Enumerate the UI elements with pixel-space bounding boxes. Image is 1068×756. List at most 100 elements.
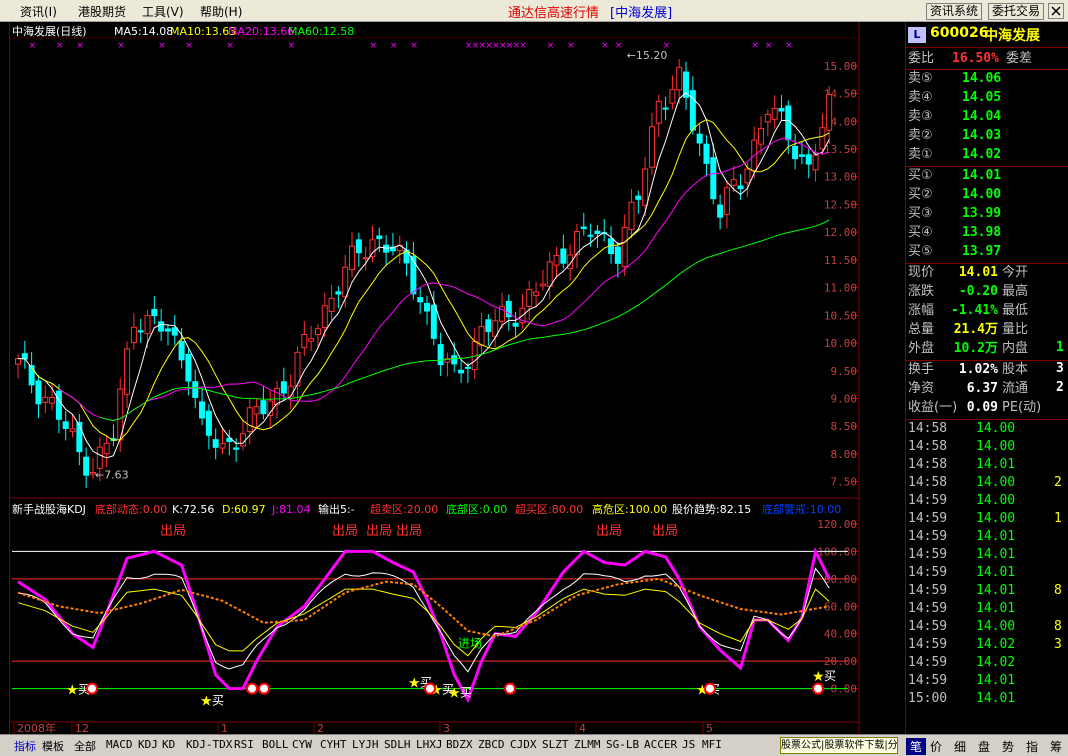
candle-body xyxy=(594,230,601,234)
candle-body xyxy=(246,407,253,433)
menu-info[interactable]: 资讯(I) xyxy=(20,3,57,20)
tab-lyjh[interactable]: LYJH xyxy=(352,738,379,751)
buy-star-icon: ★ xyxy=(448,685,461,701)
tick-volume: 8 xyxy=(1054,583,1062,598)
right-tab-0[interactable]: 笔 xyxy=(906,738,927,755)
tick-time: 14:58 xyxy=(908,421,948,436)
kdj-tick-label: 40.00 xyxy=(824,628,857,641)
tab-boll[interactable]: BOLL xyxy=(262,738,289,751)
tab-mfi[interactable]: MFI xyxy=(702,738,722,751)
right-tab-5[interactable]: 指 xyxy=(1026,738,1038,755)
candle-body xyxy=(730,179,737,186)
candle-body xyxy=(533,291,540,296)
chart-area[interactable]: 15.00 14.50 14.00 13.50 13.00 12.50 12.00 11.50… xyxy=(10,22,860,735)
tick-row: 15:00 14.01 xyxy=(906,690,1068,708)
close-glyph xyxy=(1051,6,1061,16)
sell-price: 14.04 xyxy=(962,109,1002,124)
candle-body xyxy=(185,353,192,382)
buy-row-1: 买① 14.01 xyxy=(906,167,1068,185)
tab---[interactable]: 指标 xyxy=(14,738,36,754)
tick-row: 14:59 14.01 xyxy=(906,546,1068,564)
low-annotation: ←7.63 xyxy=(95,468,129,481)
tab-accer[interactable]: ACCER xyxy=(644,738,677,751)
buy-label: 买③ xyxy=(908,206,933,221)
candle-body xyxy=(785,105,792,141)
tab-macd[interactable]: MACD xyxy=(106,738,133,751)
right-tab-4[interactable]: 势 xyxy=(1002,738,1014,755)
tick-price: 14.01 xyxy=(976,547,1016,562)
candle-body xyxy=(151,308,158,317)
tab-cyw[interactable]: CYW xyxy=(292,738,312,751)
tab---[interactable]: 全部 xyxy=(74,738,96,754)
candle-body xyxy=(683,71,690,98)
sell-row-5: 卖⑤ 14.06 xyxy=(906,70,1068,88)
tick-volume: 3 xyxy=(1054,637,1062,652)
sell-price: 14.05 xyxy=(962,90,1002,105)
tab-kd[interactable]: KD xyxy=(162,738,175,751)
tick-time: 14:59 xyxy=(908,511,948,526)
menu-help[interactable]: 帮助(H) xyxy=(200,3,242,20)
tab-zlmm[interactable]: ZLMM xyxy=(574,738,601,751)
stock-code[interactable]: 600026 xyxy=(930,25,988,41)
tab-sdlh[interactable]: SDLH xyxy=(384,738,411,751)
app-subtitle: [中海发展] xyxy=(610,6,673,21)
signal-marker: × xyxy=(519,41,527,51)
tab-sg-lb[interactable]: SG-LB xyxy=(606,738,639,751)
sidebar-divider xyxy=(906,47,1068,48)
candle-body xyxy=(478,325,485,347)
tab-zbcd[interactable]: ZBCD xyxy=(478,738,505,751)
info-system-button[interactable]: 资讯系统 xyxy=(926,3,983,20)
buy-label: 买② xyxy=(908,187,933,202)
tab-kdj[interactable]: KDJ xyxy=(138,738,158,751)
tick-price: 14.01 xyxy=(976,691,1016,706)
tab-kdj-tdx[interactable]: KDJ-TDX xyxy=(186,738,232,751)
tab-rsi[interactable]: RSI xyxy=(234,738,254,751)
candle-body xyxy=(308,338,315,342)
buy-row-3: 买③ 13.99 xyxy=(906,205,1068,223)
tick-price: 14.02 xyxy=(976,655,1016,670)
quote-value: 14.01 xyxy=(958,265,998,280)
kdj-out-label: 出局 xyxy=(366,524,392,539)
trade-button[interactable]: 委托交易 xyxy=(988,3,1045,20)
menu-hk-futures[interactable]: 港股期货 xyxy=(78,3,126,20)
price-tick-label: 15.00 xyxy=(824,60,857,73)
stock-name[interactable]: 中海发展 xyxy=(984,25,1040,45)
chart-canvas[interactable]: 15.0014.5014.0013.5013.0012.5012.0011.50… xyxy=(10,22,860,735)
quote-label: 总量 xyxy=(908,322,935,337)
sell-label: 卖⑤ xyxy=(908,71,933,86)
price-tick-label: 11.50 xyxy=(824,254,857,267)
app-title: 通达信高速行情 xyxy=(508,6,600,21)
right-tab-1[interactable]: 价 xyxy=(930,738,942,755)
stats-value: 6.37 xyxy=(966,381,998,396)
candle-body xyxy=(696,133,703,144)
tab-js[interactable]: JS xyxy=(682,738,695,751)
tab-cyht[interactable]: CYHT xyxy=(320,738,347,751)
right-tab-6[interactable]: 筹 xyxy=(1050,738,1062,755)
ad-banner[interactable]: 股票公式|股票软件下载|分析家公式网www.88gs.com xyxy=(780,737,898,754)
quote-row: 外盘 10.2万 内盘 xyxy=(906,340,1068,358)
sell-label: 卖① xyxy=(908,147,933,162)
right-tab-2[interactable]: 细 xyxy=(954,738,966,755)
tab-lhxj[interactable]: LHXJ xyxy=(416,738,443,751)
time-label: 4 xyxy=(579,722,586,734)
right-tab-3[interactable]: 盘 xyxy=(978,738,990,755)
signal-marker: × xyxy=(76,41,84,51)
tab-bdzx[interactable]: BDZX xyxy=(446,738,473,751)
tab-cjdx[interactable]: CJDX xyxy=(510,738,537,751)
sell-label: 卖③ xyxy=(908,109,933,124)
tick-row: 14:59 14.01 xyxy=(906,672,1068,690)
time-label: 1 xyxy=(221,722,228,734)
quote-right-label: 最高 xyxy=(1002,284,1029,299)
tab---[interactable]: 模板 xyxy=(42,738,64,754)
candle-body xyxy=(587,234,594,237)
close-icon[interactable] xyxy=(1048,3,1064,19)
sell-label: 卖② xyxy=(908,128,933,143)
buy-label: 买④ xyxy=(908,225,933,240)
stats-right-label: 流通 xyxy=(1002,381,1029,396)
candle-body xyxy=(21,353,28,360)
buy-price: 14.01 xyxy=(962,168,1002,183)
tab-slzt[interactable]: SLZT xyxy=(542,738,569,751)
quote-right-label: 量比 xyxy=(1002,322,1029,337)
kdj-header-j: J:81.04 xyxy=(271,503,310,516)
menu-tools[interactable]: 工具(V) xyxy=(142,3,184,20)
